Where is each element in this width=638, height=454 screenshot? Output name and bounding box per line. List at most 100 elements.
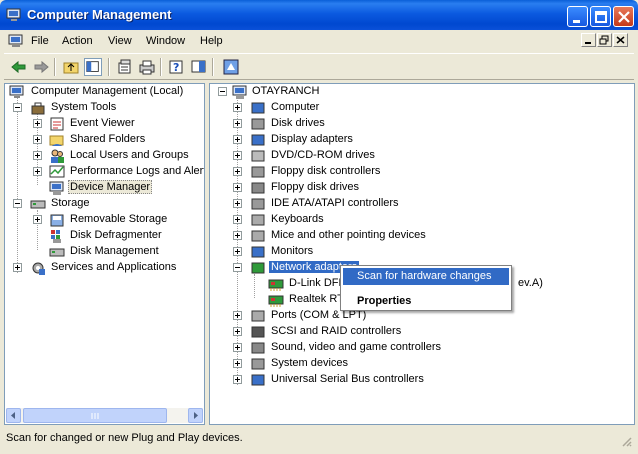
- device-category-icon: [251, 358, 265, 370]
- services-icon: [32, 262, 45, 275]
- context-menu: Scan for hardware changes Properties: [340, 265, 512, 311]
- menu-help[interactable]: Help: [200, 35, 223, 47]
- expand-expander[interactable]: [233, 247, 242, 256]
- scan-hardware-icon[interactable]: [222, 58, 240, 76]
- properties-icon[interactable]: [116, 58, 134, 76]
- defragmenter-icon: [51, 230, 61, 243]
- window-title: Computer Management: [27, 7, 172, 22]
- menu-action[interactable]: Action: [62, 35, 93, 47]
- menu-properties[interactable]: Properties: [343, 293, 509, 310]
- tree-label: IDE ATA/ATAPI controllers: [271, 197, 399, 209]
- tree-label: Realtek RT: [289, 293, 344, 305]
- status-text: Scan for changed or new Plug and Play de…: [6, 432, 243, 444]
- expand-expander[interactable]: [233, 343, 242, 352]
- expand-expander[interactable]: [233, 199, 242, 208]
- expand-expander[interactable]: [233, 103, 242, 112]
- computer-management-icon: [9, 85, 24, 98]
- expand-expander[interactable]: [233, 231, 242, 240]
- tree-label: Services and Applications: [51, 261, 177, 273]
- shared-folder-icon: [49, 135, 64, 146]
- mdi-minimize-button[interactable]: [581, 33, 596, 47]
- toolbar: ?: [4, 53, 634, 80]
- expand-expander[interactable]: [233, 375, 242, 384]
- back-arrow-icon[interactable]: [10, 58, 28, 76]
- horizontal-scrollbar[interactable]: [6, 408, 203, 423]
- help-topics-icon[interactable]: [190, 58, 208, 76]
- tree-label: Removable Storage: [70, 213, 168, 225]
- arrow-right-icon: [194, 412, 198, 419]
- title-bar[interactable]: Computer Management: [0, 0, 638, 30]
- tree-label: Display adapters: [271, 133, 353, 145]
- device-tree-pane[interactable]: OTAYRANCH Computer Disk drives Display ada…: [209, 83, 635, 425]
- maximize-button[interactable]: [590, 6, 611, 27]
- expand-expander[interactable]: [233, 167, 242, 176]
- mdi-close-button[interactable]: [613, 33, 628, 47]
- device-category-icon: [251, 118, 265, 130]
- expand-expander[interactable]: [33, 119, 42, 128]
- tree-label: Performance Logs and Alerts: [70, 165, 205, 177]
- menu-view[interactable]: View: [108, 35, 132, 47]
- expand-expander[interactable]: [233, 151, 242, 160]
- tree-label: System Tools: [51, 101, 117, 113]
- device-category-icon: [251, 326, 265, 338]
- minimize-button[interactable]: [567, 6, 588, 27]
- menu-window[interactable]: Window: [146, 35, 185, 47]
- device-category-icon: [251, 214, 265, 226]
- close-icon: [616, 36, 625, 44]
- tree-label-suffix: ev.A): [518, 277, 543, 289]
- expand-expander[interactable]: [233, 119, 242, 128]
- menu-file[interactable]: File: [31, 35, 49, 47]
- users-icon: [51, 149, 64, 163]
- collapse-expander[interactable]: [218, 87, 227, 96]
- menu-bar: File Action View Window Help: [4, 30, 634, 52]
- collapse-expander[interactable]: [13, 103, 22, 112]
- expand-expander[interactable]: [33, 135, 42, 144]
- device-category-icon: [251, 102, 265, 114]
- restore-icon: [599, 35, 609, 45]
- expand-expander[interactable]: [13, 263, 22, 272]
- console-tree-pane[interactable]: Computer Management (Local) System Tools…: [4, 83, 205, 425]
- storage-icon: [30, 200, 46, 209]
- expand-expander[interactable]: [233, 311, 242, 320]
- tree-label: Device Manager: [68, 180, 153, 194]
- expand-expander[interactable]: [233, 135, 242, 144]
- forward-arrow-icon[interactable]: [32, 58, 50, 76]
- collapse-expander[interactable]: [233, 263, 242, 272]
- help-icon[interactable]: ?: [168, 58, 186, 76]
- device-category-icon: [251, 134, 265, 146]
- expand-expander[interactable]: [33, 167, 42, 176]
- device-category-icon: [251, 198, 265, 210]
- device-category-icon: [251, 182, 265, 194]
- resize-grip-icon[interactable]: [620, 435, 632, 447]
- tree-label: Universal Serial Bus controllers: [271, 373, 424, 385]
- show-hide-tree-icon[interactable]: [84, 58, 102, 76]
- expand-expander[interactable]: [233, 327, 242, 336]
- mdi-restore-button[interactable]: [597, 33, 612, 47]
- status-bar: Scan for changed or new Plug and Play de…: [4, 429, 634, 449]
- tree-label: SCSI and RAID controllers: [271, 325, 402, 337]
- expand-expander[interactable]: [33, 151, 42, 160]
- close-button[interactable]: [613, 6, 634, 27]
- toolbox-icon: [31, 102, 45, 115]
- print-icon[interactable]: [138, 58, 156, 76]
- expand-expander[interactable]: [33, 215, 42, 224]
- expand-expander[interactable]: [233, 359, 242, 368]
- scrollbar-thumb[interactable]: [23, 408, 167, 423]
- scroll-left-button[interactable]: [6, 408, 21, 423]
- menu-scan-hardware[interactable]: Scan for hardware changes: [343, 268, 509, 285]
- device-manager-icon: [49, 181, 64, 195]
- scroll-right-button[interactable]: [188, 408, 203, 423]
- tree-label: DVD/CD-ROM drives: [271, 149, 375, 161]
- expand-expander[interactable]: [233, 183, 242, 192]
- mmc-document-icon[interactable]: [8, 33, 24, 49]
- device-category-icon: [251, 246, 265, 258]
- tree-label: Keyboards: [271, 213, 324, 225]
- arrow-left-icon: [11, 412, 15, 419]
- device-category-icon: [251, 310, 265, 322]
- disk-management-icon: [49, 248, 65, 257]
- expand-expander[interactable]: [233, 215, 242, 224]
- collapse-expander[interactable]: [13, 199, 22, 208]
- device-category-icon: [251, 262, 265, 274]
- up-folder-icon[interactable]: [62, 58, 80, 76]
- device-category-icon: [251, 150, 265, 162]
